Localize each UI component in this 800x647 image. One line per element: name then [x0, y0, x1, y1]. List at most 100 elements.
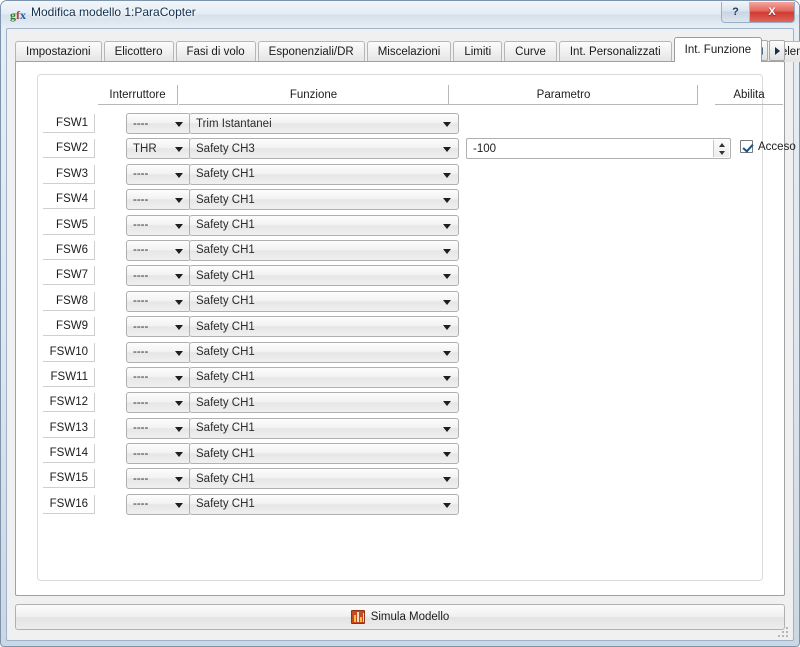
switch-dropdown[interactable]: ----	[126, 290, 191, 312]
svg-text:x: x	[20, 8, 26, 22]
switch-dropdown[interactable]: ----	[126, 265, 191, 287]
function-dropdown[interactable]: Safety CH1	[189, 366, 459, 388]
table-row: FSW4 ---- Safety CH1	[38, 187, 762, 212]
function-dropdown[interactable]: Safety CH1	[189, 392, 459, 414]
table-row: FSW9 ---- Safety CH1	[38, 314, 762, 339]
switch-dropdown-value: ----	[133, 472, 149, 485]
function-dropdown-value: Safety CH1	[196, 498, 255, 511]
tab-int-personalizzati[interactable]: Int. Personalizzati	[558, 41, 672, 62]
chevron-down-icon	[443, 401, 451, 407]
help-button[interactable]: ?	[722, 2, 750, 22]
chevron-down-icon	[175, 452, 183, 458]
tab-page-int-funzione: Interruttore Funzione Parametro Abilita …	[15, 61, 796, 596]
switch-dropdown-value: ----	[133, 244, 149, 257]
switch-dropdown[interactable]: ----	[126, 189, 191, 211]
triangle-down-icon	[718, 151, 725, 156]
tab-fasi-di-volo[interactable]: Fasi di volo	[175, 41, 256, 62]
table-row: FSW13 ---- Safety CH1	[38, 416, 762, 441]
table-row: FSW7 ---- Safety CH1	[38, 263, 762, 288]
resize-grip[interactable]	[777, 625, 789, 637]
switch-dropdown[interactable]: ----	[126, 163, 191, 185]
row-label-fsw9: FSW9	[43, 317, 95, 337]
tab-limiti[interactable]: Limiti	[453, 41, 503, 62]
spinner-up-button[interactable]	[714, 140, 729, 149]
tab-label: Esponenziali/DR	[268, 46, 354, 58]
switch-dropdown[interactable]: ----	[126, 113, 191, 134]
row-label-fsw10: FSW10	[43, 342, 95, 362]
chevron-down-icon	[175, 325, 183, 331]
title-bar[interactable]: g f x Modifica modello 1:ParaCopter ? X	[1, 1, 799, 28]
tab-esponenziali-dr[interactable]: Esponenziali/DR	[257, 41, 365, 62]
chevron-down-icon	[175, 502, 183, 508]
row-label-fsw11: FSW11	[43, 367, 95, 387]
switch-dropdown[interactable]: ----	[126, 239, 191, 261]
function-dropdown[interactable]: Safety CH1	[189, 417, 459, 439]
function-dropdown[interactable]: Safety CH1	[189, 443, 459, 465]
tab-label: Impostazioni	[26, 46, 91, 58]
close-button[interactable]: X	[750, 2, 794, 22]
switch-dropdown[interactable]: ----	[126, 468, 191, 490]
triangle-up-icon	[718, 142, 725, 147]
row-label-fsw12: FSW12	[43, 393, 95, 413]
tab-curve[interactable]: Curve	[504, 41, 557, 62]
function-dropdown[interactable]: Safety CH3	[189, 138, 459, 160]
simulate-model-button[interactable]: Simula Modello	[15, 604, 785, 630]
chevron-right-icon	[774, 46, 780, 55]
tab-int-funzione[interactable]: Int. Funzione	[673, 37, 763, 62]
row-label-fsw13: FSW13	[43, 418, 95, 438]
enable-label: Acceso	[758, 140, 796, 153]
enable-checkbox[interactable]	[740, 140, 753, 154]
window-client-area: Impostazioni Elicottero Fasi di volo Espone…	[6, 28, 800, 641]
simulate-model-label: Simula Modello	[370, 611, 450, 623]
switch-dropdown[interactable]: ----	[126, 443, 191, 465]
switch-dropdown[interactable]: ----	[126, 316, 191, 338]
function-dropdown[interactable]: Safety CH1	[189, 163, 459, 185]
parameter-input[interactable]: -100	[466, 138, 731, 160]
function-dropdown[interactable]: Trim Istantanei	[189, 113, 459, 134]
tab-elicottero[interactable]: Elicottero	[103, 41, 174, 62]
switch-dropdown[interactable]: ----	[126, 214, 191, 236]
switch-dropdown[interactable]: THR	[126, 138, 191, 160]
row-label-fsw4: FSW4	[43, 190, 95, 210]
tab-impostazioni[interactable]: Impostazioni	[15, 41, 102, 62]
chevron-down-icon	[175, 350, 183, 356]
header-abilita: Abilita	[715, 85, 783, 105]
tab-miscelazioni[interactable]: Miscelazioni	[366, 41, 452, 62]
function-dropdown-value: Safety CH1	[196, 269, 255, 282]
chevron-down-icon	[175, 299, 183, 305]
function-dropdown-value: Safety CH1	[196, 396, 255, 409]
function-dropdown[interactable]: Safety CH1	[189, 214, 459, 236]
chevron-down-icon	[443, 426, 451, 432]
window-title: Modifica modello 1:ParaCopter	[31, 5, 196, 19]
table-row: FSW1 ---- Trim Istantanei	[38, 111, 762, 136]
function-dropdown[interactable]: Safety CH1	[189, 341, 459, 363]
tab-scroll-right-button[interactable]	[769, 40, 785, 61]
function-dropdown[interactable]: Safety CH1	[189, 290, 459, 312]
switch-dropdown-value: ----	[133, 295, 149, 308]
row-label-fsw6: FSW6	[43, 240, 95, 260]
switch-dropdown-value: ----	[133, 346, 149, 359]
switch-dropdown[interactable]: ----	[126, 366, 191, 388]
function-dropdown[interactable]: Safety CH1	[189, 265, 459, 287]
function-dropdown[interactable]: Safety CH1	[189, 316, 459, 338]
switch-dropdown[interactable]: ----	[126, 493, 191, 515]
switch-dropdown-value: ----	[133, 193, 149, 206]
switch-dropdown[interactable]: ----	[126, 417, 191, 439]
function-dropdown[interactable]: Safety CH1	[189, 468, 459, 490]
switch-dropdown[interactable]: ----	[126, 392, 191, 414]
switch-dropdown[interactable]: ----	[126, 341, 191, 363]
function-dropdown[interactable]: Safety CH1	[189, 189, 459, 211]
function-dropdown[interactable]: Safety CH1	[189, 239, 459, 261]
chevron-down-icon	[175, 172, 183, 178]
table-row: FSW3 ---- Safety CH1	[38, 162, 762, 187]
function-dropdown-value: Safety CH1	[196, 168, 255, 181]
parameter-spinner[interactable]	[713, 140, 729, 158]
spinner-down-button[interactable]	[714, 149, 729, 158]
function-dropdown-value: Trim Istantanei	[196, 117, 272, 130]
chevron-down-icon	[443, 198, 451, 204]
tab-strip: Impostazioni Elicottero Fasi di volo Espone…	[15, 37, 800, 62]
function-dropdown[interactable]: Safety CH1	[189, 493, 459, 515]
chevron-down-icon	[175, 274, 183, 280]
enable-checkbox-group[interactable]: Acceso	[740, 140, 796, 154]
chevron-down-icon	[443, 172, 451, 178]
